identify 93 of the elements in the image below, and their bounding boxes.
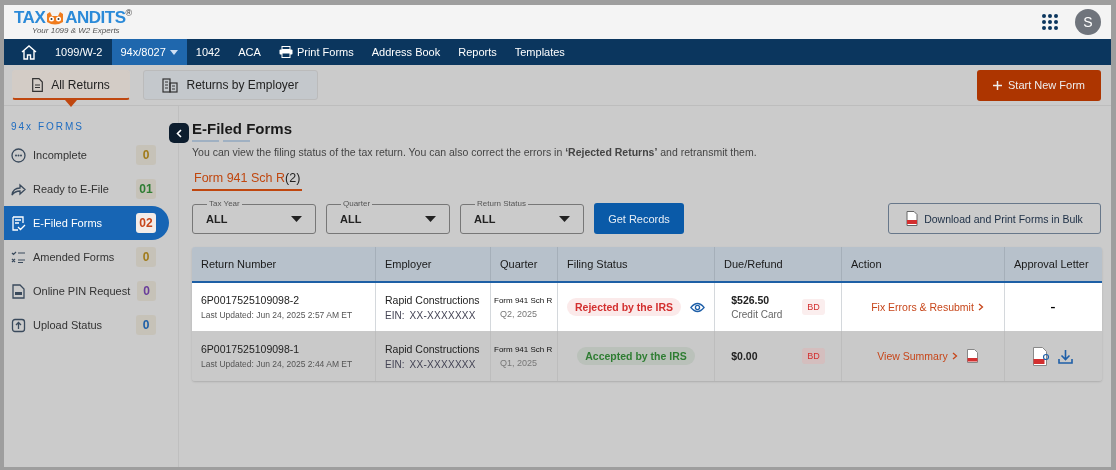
column-header: Action <box>842 247 1005 281</box>
chevron-right-icon <box>977 303 984 311</box>
nav-tab[interactable]: Templates <box>505 39 574 65</box>
registered-mark: ® <box>125 9 133 18</box>
count-badge: 0 <box>136 145 156 165</box>
table-row[interactable]: 6P0017525109098-2 Last Updated: Jun 24, 2025 2:57 AM ET Rapid Constructions EIN: XX-XXXXXXX Form 941 Sch R Q2, 2025 Rejected by the IRS $526.50 Credit Card BD Fix Errors & Resubmit - <box>192 283 1102 331</box>
dropdown-caret-icon <box>425 215 436 222</box>
payment-badge: BD <box>802 348 825 364</box>
plus-icon <box>993 80 1002 90</box>
nav-tab[interactable]: 1099/W-2 <box>46 39 112 65</box>
form-tab[interactable]: Form 941 Sch R(2) <box>192 171 303 191</box>
table-row[interactable]: 6P0017525109098-1 Last Updated: Jun 24, 2025 2:44 AM ET Rapid Constructions EIN: XX-XXXXXXX Form 941 Sch R Q1, 2025 Accepted by the IRS $0.00 BD View Summary <box>192 331 1102 381</box>
bulk-download-button[interactable]: Download and Print Forms in Bulk <box>888 203 1101 234</box>
collapse-button[interactable] <box>169 123 189 143</box>
column-header: Approval Letter <box>1013 257 1090 272</box>
last-updated: Last Updated: Jun 24, 2025 2:44 AM ET <box>201 359 354 369</box>
caret-icon <box>169 49 178 55</box>
nav-tab[interactable]: 94x/8027 <box>111 39 187 65</box>
get-records-button[interactable]: Get Records <box>594 203 684 234</box>
page-title: E-Filed Forms <box>192 120 293 137</box>
sidebar-item[interactable]: Incomplete 0 <box>4 138 169 172</box>
quarter: Q2, 2025 <box>499 308 539 319</box>
form-name: Form 941 Sch R <box>494 344 554 354</box>
sidebar-item[interactable]: Upload Status 0 <box>4 308 169 342</box>
nav-tab[interactable]: Print Forms <box>269 39 363 65</box>
ein-value: XX-XXXXXXX <box>409 358 476 370</box>
action-link[interactable]: Fix Errors & Resubmit <box>862 301 984 313</box>
payment-method: Credit Card <box>731 309 784 320</box>
sidebar-item[interactable]: Ready to E-File 01 <box>4 172 169 206</box>
nav-tab[interactable]: Reports <box>449 39 506 65</box>
employer-name: Rapid Constructions <box>385 342 481 355</box>
pdf-icon[interactable] <box>966 349 978 363</box>
empty-value: - <box>1050 298 1056 316</box>
logo-text: TAX <box>14 9 46 26</box>
column-header: Quarter <box>491 247 558 281</box>
dropdown-caret-icon <box>559 215 570 222</box>
ein-label: EIN: <box>385 309 405 321</box>
count-badge: 02 <box>136 213 156 233</box>
sidebar-item[interactable]: Online PIN Request 0 <box>4 274 169 308</box>
building-icon <box>162 77 179 93</box>
chevron-left-icon <box>176 128 182 138</box>
dots-circle-icon <box>11 147 26 163</box>
amount: $526.50 <box>731 294 771 306</box>
upload-icon <box>11 317 26 333</box>
form-name: Form 941 Sch R <box>494 295 554 305</box>
nav-tab[interactable]: 1042 <box>186 39 230 65</box>
share-arrow-icon <box>11 181 26 197</box>
start-new-form-button[interactable]: Start New Form <box>977 69 1101 101</box>
checklist-icon <box>11 215 26 231</box>
status-badge: Rejected by the IRS <box>567 298 682 316</box>
owl-icon <box>45 12 66 26</box>
pdf-icon[interactable] <box>1033 346 1049 366</box>
nav-tab[interactable]: ACA <box>229 39 270 65</box>
page-description: You can view the filing status of the tax return. You can also correct the errors in ‘Rejected Returns’ and retransmit them. <box>192 146 758 158</box>
logo-text: ANDITS <box>65 9 126 26</box>
view-tab[interactable]: All Returns <box>12 70 130 100</box>
dropdown-caret-icon <box>291 215 302 222</box>
column-header: Filing Status <box>558 247 715 281</box>
chevron-right-icon <box>951 352 958 360</box>
eye-icon[interactable] <box>690 301 705 313</box>
last-updated: Last Updated: Jun 24, 2025 2:57 AM ET <box>201 310 354 320</box>
count-badge: 0 <box>136 247 156 267</box>
user-avatar[interactable]: S <box>1075 9 1101 35</box>
pdf-icon <box>906 211 919 226</box>
download-icon[interactable] <box>1058 348 1073 364</box>
document-icon <box>11 283 26 299</box>
list-icon <box>11 249 26 265</box>
column-header: Employer <box>376 247 491 281</box>
logo-tagline: Your 1099 & W2 Experts <box>32 26 120 35</box>
printer-icon <box>278 46 293 58</box>
sidebar-heading: 94x FORMS <box>10 121 85 132</box>
count-badge: 0 <box>136 315 156 335</box>
payment-badge: BD <box>802 299 825 315</box>
quarter: Q1, 2025 <box>499 357 539 368</box>
column-header: Return Number <box>192 247 376 281</box>
sidebar-item[interactable]: Amended Forms 0 <box>4 240 169 274</box>
apps-grid-icon[interactable] <box>1041 13 1059 31</box>
return-number: 6P0017525109098-1 <box>201 343 301 355</box>
tab-pointer-icon <box>65 100 77 107</box>
ein-value: XX-XXXXXXX <box>409 309 476 321</box>
employer-name: Rapid Constructions <box>385 293 481 306</box>
sidebar-item[interactable]: E-Filed Forms 02 <box>4 206 169 240</box>
return-number: 6P0017525109098-2 <box>201 294 301 306</box>
count-badge: 0 <box>137 281 156 301</box>
nav-tab[interactable]: Address Book <box>362 39 450 65</box>
view-tab[interactable]: Returns by Employer <box>143 70 318 100</box>
count-badge: 01 <box>136 179 156 199</box>
column-header: Due/Refund <box>715 247 842 281</box>
status-badge: Accepted by the IRS <box>577 347 695 365</box>
logo[interactable]: TAX ANDITS$^{®}$ Your 1099 & W2 Experts <box>14 9 133 35</box>
document-icon <box>32 77 44 92</box>
ein-label: EIN: <box>385 358 405 370</box>
amount: $0.00 <box>731 350 759 362</box>
